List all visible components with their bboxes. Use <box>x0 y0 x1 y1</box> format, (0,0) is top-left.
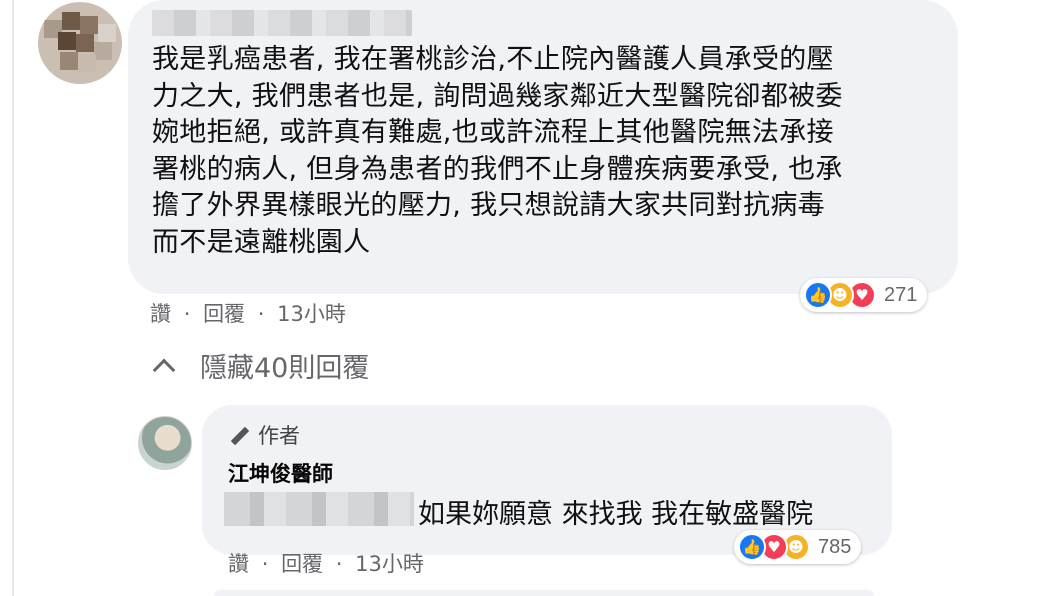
separator-dot: · <box>257 302 265 326</box>
reaction-count: 785 <box>818 535 852 558</box>
pencil-icon <box>228 424 250 446</box>
mention-blurred[interactable] <box>224 492 414 526</box>
timestamp-link[interactable]: 13小時 <box>355 552 424 576</box>
chevron-up-icon <box>152 358 176 381</box>
reply-actions: 讚 · 回覆 · 13小時 <box>228 548 430 578</box>
comment-line: 署桃的病人, 但身為患者的我們不止身體疾病要承受, 也承 <box>152 153 843 185</box>
author-avatar[interactable] <box>138 416 192 470</box>
commenter-name-blurred[interactable] <box>152 10 412 36</box>
like-button[interactable]: 讚 <box>150 302 171 326</box>
feed-divider <box>12 0 14 596</box>
timestamp-link[interactable]: 13小時 <box>277 302 346 326</box>
comment-line: 而不是遠離桃園人 <box>152 226 371 258</box>
reply-author-name[interactable]: 江坤俊醫師 <box>228 458 333 488</box>
like-icon: 👍 <box>804 281 832 309</box>
author-badge: 作者 <box>228 420 300 450</box>
comment-line: 擔了外界異樣眼光的壓力, 我只想說請大家共同對抗病毒 <box>152 190 825 221</box>
next-reply-bubble-edge <box>214 590 874 596</box>
comment-line: 力之大, 我們患者也是, 詢問過幾家鄰近大型醫院卻都被委 <box>152 80 843 112</box>
comment-line: 我是乳癌患者, 我在署桃診治,不止院內醫護人員承受的壓 <box>152 44 834 75</box>
reply-reactions[interactable]: 👍 ♥ ☻ 785 <box>734 530 862 564</box>
separator-dot: · <box>335 552 343 576</box>
separator-dot: · <box>261 552 269 576</box>
reply-text: 如果妳願意 來找我 我在敏盛醫院 <box>418 499 814 530</box>
hide-replies-label: 隱藏40則回覆 <box>200 353 370 384</box>
hide-replies-button[interactable]: 隱藏40則回覆 <box>152 346 369 385</box>
author-badge-label: 作者 <box>258 424 300 448</box>
commenter-avatar-blurred[interactable] <box>38 2 122 84</box>
reply-button[interactable]: 回覆 <box>203 302 245 326</box>
like-button[interactable]: 讚 <box>228 552 249 576</box>
comment-line: 婉地拒絕, 或許真有難處,也或許流程上其他醫院無法承接 <box>152 117 834 148</box>
comment-actions: 讚 · 回覆 · 13小時 <box>150 298 352 328</box>
comment-reactions[interactable]: 👍 ☻ ♥ 271 <box>800 278 928 312</box>
like-icon: 👍 <box>738 533 766 561</box>
reply-button[interactable]: 回覆 <box>281 552 323 576</box>
comment-text: 我是乳癌患者, 我在署桃診治,不止院內醫護人員承受的壓 力之大, 我們患者也是,… <box>152 42 932 261</box>
reaction-count: 271 <box>884 283 918 306</box>
separator-dot: · <box>183 302 191 326</box>
